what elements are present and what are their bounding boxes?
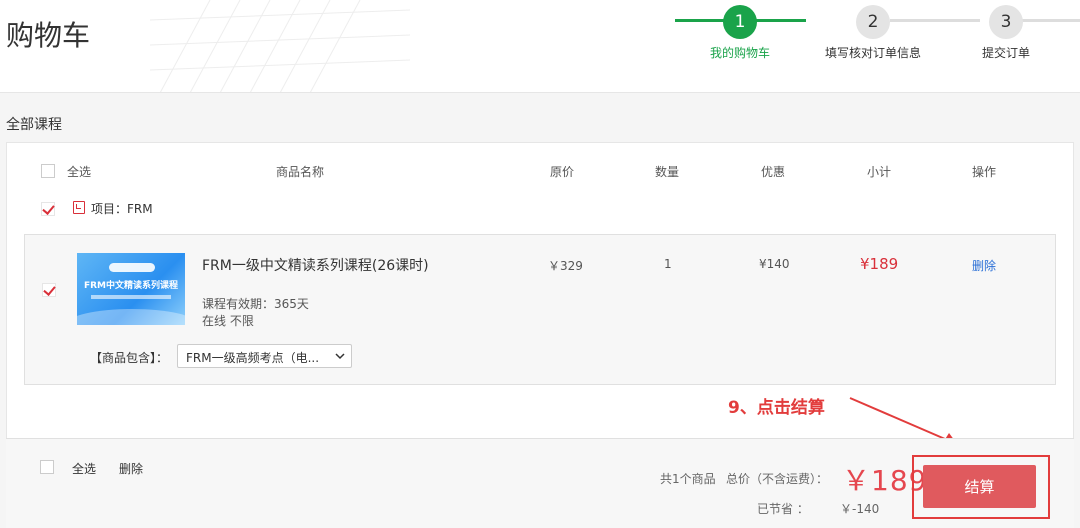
saved-value: ￥-140 <box>840 502 880 516</box>
column-header-action: 操作 <box>972 165 997 179</box>
step-3-label: 提交订单 <box>981 46 1030 60</box>
item-checkbox[interactable] <box>42 283 56 297</box>
select-all-label: 全选 <box>67 165 92 179</box>
item-original-price: ￥329 <box>548 259 583 273</box>
column-header-quantity: 数量 <box>655 165 680 179</box>
thumbnail-title: FRM中文精读系列课程 <box>83 281 179 291</box>
step-2-label: 填写核对订单信息 <box>824 46 921 60</box>
page-header: 购物车 1 我的购物车 2 填写核对订单信息 3 提交订单 <box>0 0 1080 93</box>
checkout-button[interactable]: 结算 <box>923 465 1036 508</box>
item-count: 共1个商品 <box>660 472 716 486</box>
item-quantity: 1 <box>664 257 672 271</box>
step-progress-line <box>756 19 806 22</box>
project-icon <box>73 201 85 214</box>
cart-item: FRM中文精读系列课程 FRM一级中文精读系列课程(26课时) 课程有效期：36… <box>24 234 1056 385</box>
footer-select-all-checkbox[interactable] <box>40 460 54 474</box>
select-all-checkbox[interactable] <box>41 164 55 178</box>
item-discount: ¥140 <box>759 257 790 271</box>
course-thumbnail[interactable]: FRM中文精读系列课程 <box>77 253 185 325</box>
step-progress-line <box>890 19 980 22</box>
item-name[interactable]: FRM一级中文精读系列课程(26课时) <box>202 255 429 275</box>
cart-footer: 全选 删除 共1个商品 总价（不含运费）： ￥189 已节省 ： ￥-140 结… <box>6 438 1074 528</box>
project-label: 项目：FRM <box>91 202 153 216</box>
column-header-original-price: 原价 <box>550 165 575 179</box>
thumbnail-subtitle <box>91 295 171 299</box>
item-mode: 在线 不限 <box>202 314 254 328</box>
chevron-down-icon <box>335 353 345 360</box>
footer-select-all-label[interactable]: 全选 <box>72 460 96 477</box>
page-title: 购物车 <box>6 19 91 52</box>
project-checkbox[interactable] <box>41 202 55 216</box>
annotation-text: 9、点击结算 <box>728 398 825 418</box>
column-header-discount: 优惠 <box>761 165 786 179</box>
item-delete-link[interactable]: 删除 <box>972 257 996 274</box>
thumbnail-tag <box>109 263 155 272</box>
includes-select[interactable]: FRM一级高频考点（电... <box>177 344 352 368</box>
saved-label: 已节省 ： <box>757 502 809 516</box>
includes-select-value: FRM一级高频考点（电... <box>186 351 320 365</box>
item-validity: 课程有效期：365天 <box>202 297 309 311</box>
item-subtotal: ¥189 <box>860 255 899 273</box>
step-3-circle: 3 <box>989 5 1023 39</box>
section-title: 全部课程 <box>6 117 62 133</box>
column-header-product: 商品名称 <box>276 165 325 179</box>
total-label: 总价（不含运费）： <box>726 472 829 486</box>
thumbnail-wave <box>77 309 185 325</box>
includes-label: 【商品包含】： <box>90 351 169 365</box>
checkout-steps: 1 我的购物车 2 填写核对订单信息 3 提交订单 <box>672 0 1080 92</box>
column-header-subtotal: 小计 <box>867 165 892 179</box>
step-1-label: 我的购物车 <box>709 46 770 60</box>
footer-delete-button[interactable]: 删除 <box>119 460 143 477</box>
step-1-circle: 1 <box>723 5 757 39</box>
step-2-circle: 2 <box>856 5 890 39</box>
step-progress-line <box>1022 19 1080 22</box>
header-decoration <box>150 0 410 92</box>
